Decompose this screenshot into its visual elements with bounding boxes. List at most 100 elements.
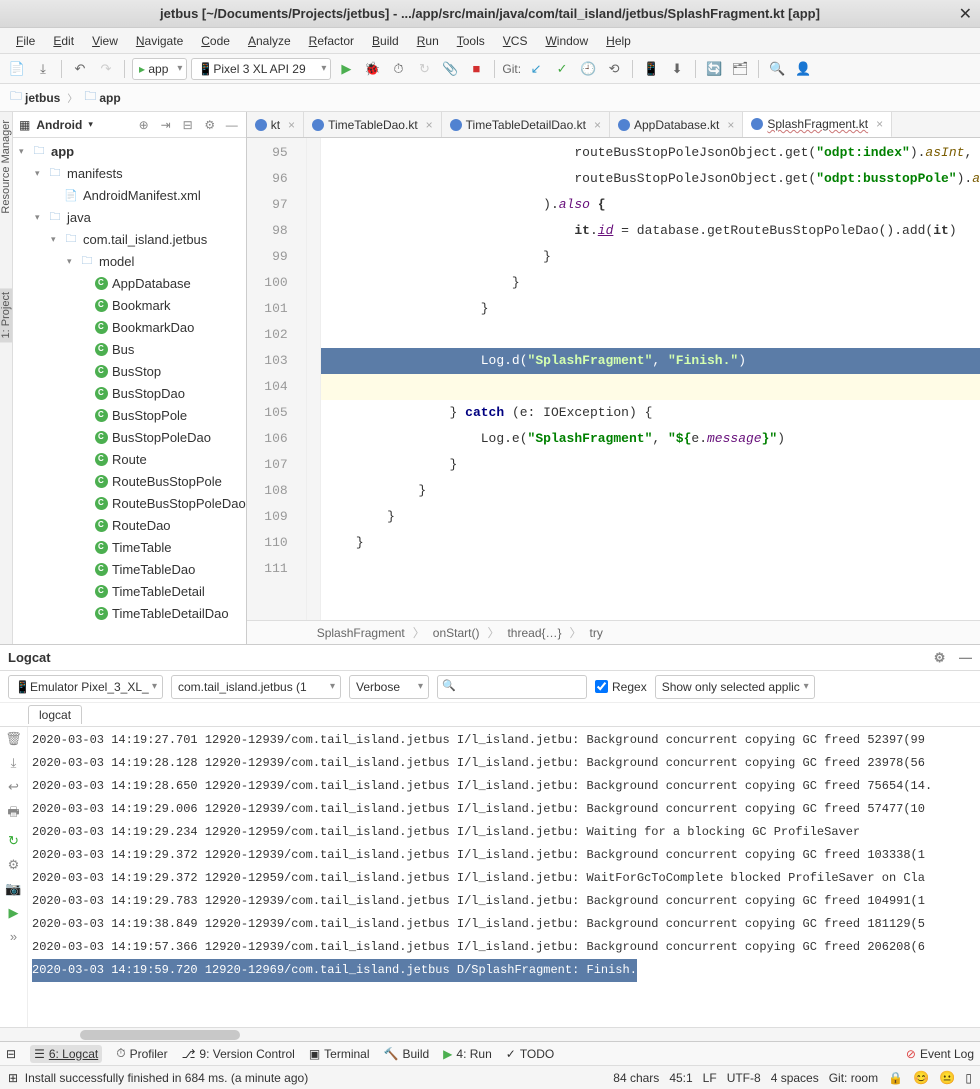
hide-icon[interactable]: — bbox=[224, 117, 240, 133]
tab-logcat[interactable]: ☰ 6: Logcat bbox=[30, 1045, 102, 1063]
print-icon[interactable]: 🖶 bbox=[7, 803, 19, 825]
menu-code[interactable]: Code bbox=[193, 32, 238, 50]
vcs-commit-icon[interactable]: ✓ bbox=[551, 58, 573, 80]
tree-row[interactable]: AppDatabase bbox=[13, 272, 246, 294]
tree-row[interactable]: ▾🗀app bbox=[13, 140, 246, 162]
tree-row[interactable]: TimeTableDetail bbox=[13, 580, 246, 602]
meter-icon[interactable]: ▯ bbox=[965, 1071, 972, 1085]
process-select[interactable]: com.tail_island.jetbus (1 bbox=[171, 675, 341, 699]
save-icon[interactable]: ⤓ bbox=[32, 58, 54, 80]
rail-project[interactable]: 1: Project bbox=[0, 288, 12, 342]
status-le[interactable]: LF bbox=[703, 1071, 717, 1085]
nav-root[interactable]: 🗀 jetbus bbox=[6, 86, 64, 109]
status-pos[interactable]: 45:1 bbox=[669, 1071, 692, 1085]
status-indent[interactable]: 4 spaces bbox=[771, 1071, 819, 1085]
tree-row[interactable]: BusStopPole bbox=[13, 404, 246, 426]
tab-profiler[interactable]: ⏱ Profiler bbox=[116, 1046, 167, 1061]
tab-terminal[interactable]: ▣ Terminal bbox=[309, 1047, 370, 1061]
tree-row[interactable]: TimeTableDetailDao bbox=[13, 602, 246, 624]
menu-run[interactable]: Run bbox=[409, 32, 447, 50]
editor-tab[interactable]: TimeTableDao.kt× bbox=[304, 112, 442, 138]
sync-icon[interactable]: 🔄 bbox=[703, 58, 725, 80]
tree-row[interactable]: TimeTableDao bbox=[13, 558, 246, 580]
status-branch[interactable]: Git: room bbox=[829, 1071, 878, 1085]
regex-checkbox[interactable]: Regex bbox=[595, 680, 647, 694]
search-icon[interactable]: 🔍 bbox=[766, 58, 788, 80]
run-log-icon[interactable]: ▶ bbox=[9, 905, 19, 921]
debug-icon[interactable]: 🐞 bbox=[361, 58, 383, 80]
tree-row[interactable]: Route bbox=[13, 448, 246, 470]
sdk-icon[interactable]: ⬇ bbox=[666, 58, 688, 80]
editor-tab[interactable]: AppDatabase.kt× bbox=[610, 112, 743, 138]
nav-app[interactable]: 🗀 app bbox=[80, 86, 124, 109]
avd-icon[interactable]: 📱 bbox=[640, 58, 662, 80]
status-collapse-icon[interactable]: ⊞ bbox=[8, 1071, 18, 1085]
menu-tools[interactable]: Tools bbox=[449, 32, 493, 50]
tree-row[interactable]: ▾🗀com.tail_island.jetbus bbox=[13, 228, 246, 250]
emoji-happy-icon[interactable]: 😊 bbox=[913, 1070, 929, 1086]
expand-icon[interactable]: ⇥ bbox=[158, 117, 174, 133]
tree-row[interactable]: RouteDao bbox=[13, 514, 246, 536]
tab-vcs[interactable]: ⎇ 9: Version Control bbox=[182, 1047, 295, 1061]
menu-vcs[interactable]: VCS bbox=[495, 32, 536, 50]
device-select[interactable]: 📱 Emulator Pixel_3_XL_ bbox=[8, 675, 163, 699]
logcat-tab[interactable]: logcat bbox=[28, 705, 82, 724]
tree-row[interactable]: Bookmark bbox=[13, 294, 246, 316]
tree-row[interactable]: BusStopDao bbox=[13, 382, 246, 404]
tab-todo[interactable]: ✓ TODO bbox=[506, 1047, 555, 1061]
project-view-label[interactable]: Android bbox=[36, 118, 82, 132]
tab-run[interactable]: ▶ 4: Run bbox=[443, 1047, 492, 1061]
tab-event-log[interactable]: ⊘ Event Log bbox=[906, 1047, 974, 1061]
tree-row[interactable]: 📄AndroidManifest.xml bbox=[13, 184, 246, 206]
vcs-update-icon[interactable]: ↙ bbox=[525, 58, 547, 80]
breadcrumb-item[interactable]: thread{…} bbox=[507, 626, 561, 640]
restart-icon[interactable]: ↻ bbox=[8, 833, 19, 849]
emoji-neutral-icon[interactable]: 😐 bbox=[939, 1070, 955, 1086]
tree-row[interactable]: BookmarkDao bbox=[13, 316, 246, 338]
log-scrollbar[interactable] bbox=[0, 1027, 980, 1041]
menu-build[interactable]: Build bbox=[364, 32, 407, 50]
more-icon[interactable]: » bbox=[10, 929, 17, 944]
editor-tab[interactable]: SplashFragment.kt× bbox=[743, 112, 892, 138]
coverage-icon[interactable]: ↻ bbox=[413, 58, 435, 80]
tree-row[interactable]: BusStopPoleDao bbox=[13, 426, 246, 448]
breadcrumb-item[interactable]: try bbox=[590, 626, 603, 640]
tree-row[interactable]: RouteBusStopPoleDao bbox=[13, 492, 246, 514]
filter-select[interactable]: Show only selected applic bbox=[655, 675, 815, 699]
breadcrumb-item[interactable]: onStart() bbox=[433, 626, 480, 640]
stop-icon[interactable]: ■ bbox=[465, 58, 487, 80]
scroll-end-icon[interactable]: ⤓ bbox=[11, 755, 17, 771]
locate-icon[interactable]: ⊕ bbox=[136, 117, 152, 133]
menu-file[interactable]: File bbox=[8, 32, 43, 50]
open-icon[interactable]: 📄 bbox=[6, 58, 28, 80]
editor-tab[interactable]: TimeTableDetailDao.kt× bbox=[442, 112, 610, 138]
tree-row[interactable]: Bus bbox=[13, 338, 246, 360]
logcat-hide-icon[interactable]: — bbox=[959, 650, 972, 665]
status-enc[interactable]: UTF-8 bbox=[727, 1071, 761, 1085]
level-select[interactable]: Verbose bbox=[349, 675, 429, 699]
tree-row[interactable]: ▾🗀manifests bbox=[13, 162, 246, 184]
settings-icon[interactable]: ⚙ bbox=[8, 857, 20, 873]
breadcrumb-item[interactable]: SplashFragment bbox=[317, 626, 405, 640]
trash-icon[interactable]: 🗑 bbox=[5, 731, 22, 747]
menu-refactor[interactable]: Refactor bbox=[301, 32, 362, 50]
menu-help[interactable]: Help bbox=[598, 32, 639, 50]
log-output[interactable]: 2020-03-03 14:19:27.701 12920-12939/com.… bbox=[28, 727, 980, 1027]
menu-edit[interactable]: Edit bbox=[45, 32, 82, 50]
editor-tab[interactable]: kt× bbox=[247, 112, 304, 138]
close-icon[interactable]: ✕ bbox=[959, 4, 972, 24]
run-icon[interactable]: ▶ bbox=[335, 58, 357, 80]
tree-row[interactable]: BusStop bbox=[13, 360, 246, 382]
menu-view[interactable]: View bbox=[84, 32, 126, 50]
menu-navigate[interactable]: Navigate bbox=[128, 32, 191, 50]
redo-icon[interactable]: ↷ bbox=[95, 58, 117, 80]
code-area[interactable]: routeBusStopPoleJsonObject.get("odpt:ind… bbox=[321, 138, 980, 620]
attach-icon[interactable]: 📎 bbox=[439, 58, 461, 80]
tree-row[interactable]: ▾🗀java bbox=[13, 206, 246, 228]
vcs-history-icon[interactable]: 🕘 bbox=[577, 58, 599, 80]
gear-icon[interactable]: ⚙ bbox=[202, 117, 218, 133]
collapse-icon[interactable]: ⊟ bbox=[180, 117, 196, 133]
structure-icon[interactable]: 🗂 bbox=[729, 58, 751, 80]
menu-analyze[interactable]: Analyze bbox=[240, 32, 299, 50]
tree-row[interactable]: RouteBusStopPole bbox=[13, 470, 246, 492]
